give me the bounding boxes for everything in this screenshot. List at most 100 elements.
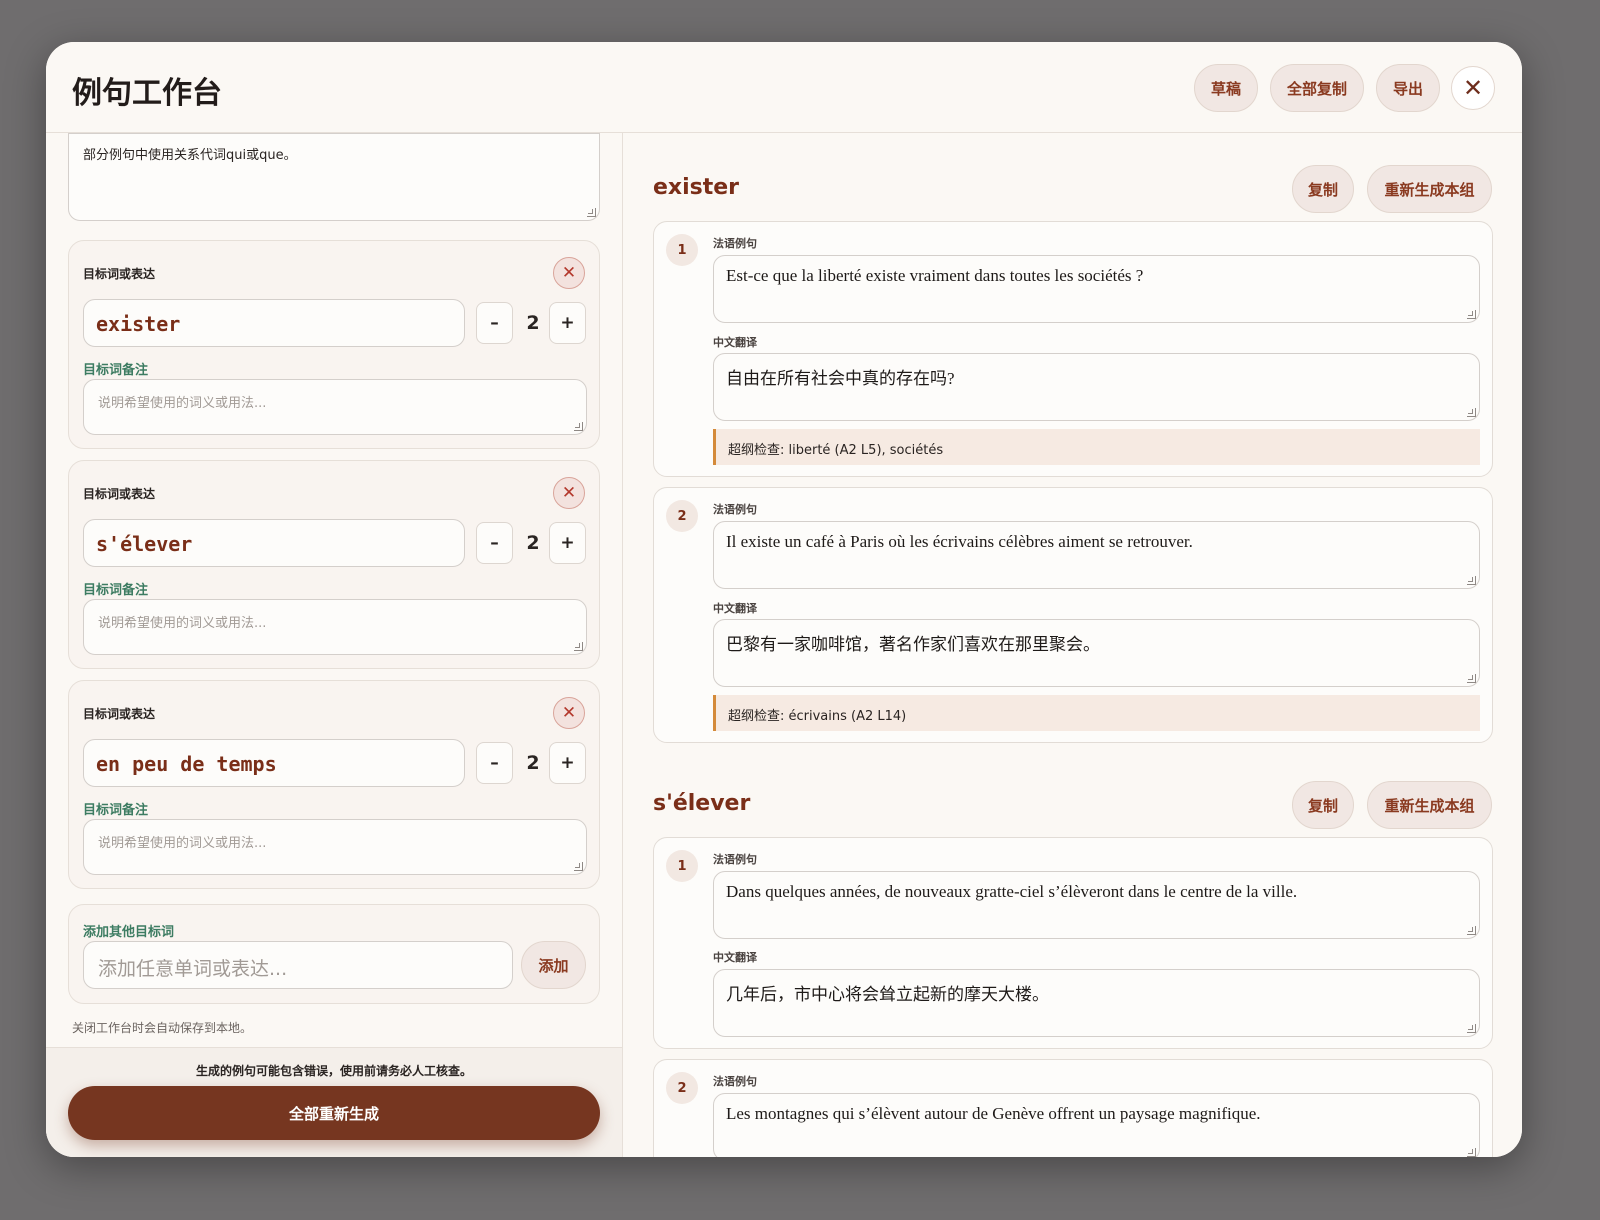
french-label: 法语例句 [713, 853, 757, 866]
sentence-card: 1 法语例句 Est-ce que la liberté existe vrai… [653, 221, 1493, 477]
french-sentence-text: Est-ce que la liberté existe vraiment da… [726, 266, 1144, 285]
resize-handle-icon[interactable] [1467, 1148, 1476, 1157]
target-note-textarea[interactable]: 说明希望使用的词义或用法... [83, 819, 587, 875]
increment-button[interactable]: + [549, 302, 586, 344]
group-title: exister [653, 175, 740, 200]
add-target-card: 添加其他目标词 添加任意单词或表达... 添加 [68, 904, 600, 1004]
french-label: 法语例句 [713, 1075, 757, 1088]
close-icon: ✕ [561, 263, 577, 283]
resize-handle-icon[interactable] [574, 862, 583, 871]
export-button[interactable]: 导出 [1376, 64, 1440, 112]
target-word-input[interactable]: en peu de temps [83, 739, 465, 787]
french-label: 法语例句 [713, 237, 757, 250]
sentence-count: 2 [526, 532, 540, 554]
resize-handle-icon[interactable] [574, 642, 583, 651]
copy-all-button[interactable]: 全部复制 [1270, 64, 1364, 112]
chinese-label: 中文翻译 [713, 951, 757, 964]
sentence-card: 2 法语例句 Il existe un café à Paris où les … [653, 487, 1493, 743]
autosave-note: 关闭工作台时会自动保存到本地。 [72, 1021, 253, 1035]
chinese-translation-text: 几年后，市中心将会耸立起新的摩天大楼。 [726, 985, 1049, 1004]
target-card: 目标词或表达 ✕ en peu de temps – 2 + 目标词备注 说明希… [68, 680, 600, 889]
sentence-count: 2 [526, 312, 540, 334]
chinese-translation-text: 自由在所有社会中真的存在吗? [726, 369, 955, 388]
remove-target-button[interactable]: ✕ [553, 477, 585, 509]
sentence-number: 2 [666, 500, 698, 532]
french-sentence-textarea[interactable]: Les montagnes qui s’élèvent autour de Ge… [713, 1093, 1480, 1157]
sentence-card: 2 法语例句 Les montagnes qui s’élèvent autou… [653, 1059, 1493, 1157]
resize-handle-icon[interactable] [1467, 674, 1476, 683]
ai-warning-text: 生成的例句可能包含错误，使用前请务必人工核查。 [195, 1064, 472, 1078]
resize-handle-icon[interactable] [587, 208, 596, 217]
resize-handle-icon[interactable] [1467, 1024, 1476, 1033]
close-icon: ✕ [1462, 74, 1484, 102]
resize-handle-icon[interactable] [1467, 576, 1476, 585]
target-note-placeholder: 说明希望使用的词义或用法... [98, 836, 267, 851]
target-note-placeholder: 说明希望使用的词义或用法... [98, 396, 267, 411]
french-sentence-text: Les montagnes qui s’élèvent autour de Ge… [726, 1104, 1261, 1123]
sentence-number: 2 [666, 1072, 698, 1104]
chinese-translation-textarea[interactable]: 自由在所有社会中真的存在吗? [713, 353, 1480, 421]
chinese-translation-textarea[interactable]: 几年后，市中心将会耸立起新的摩天大楼。 [713, 969, 1480, 1037]
target-card: 目标词或表达 ✕ s'élever – 2 + 目标词备注 说明希望使用的词义或… [68, 460, 600, 669]
workbench-modal: 例句工作台 草稿 全部复制 导出 ✕ 部分例句中使用关系代词qui或que。 目… [46, 42, 1522, 1157]
add-target-button[interactable]: 添加 [521, 941, 586, 989]
french-sentence-text: Dans quelques années, de nouveaux gratte… [726, 882, 1298, 901]
regenerate-group-button[interactable]: 重新生成本组 [1367, 781, 1492, 829]
chinese-label: 中文翻译 [713, 602, 757, 615]
group-title: s'élever [653, 791, 751, 816]
general-note-textarea[interactable]: 部分例句中使用关系代词qui或que。 [68, 133, 600, 221]
regenerate-all-button[interactable]: 全部重新生成 [68, 1086, 600, 1140]
target-note-label: 目标词备注 [83, 583, 149, 598]
draft-button[interactable]: 草稿 [1194, 64, 1258, 112]
target-note-textarea[interactable]: 说明希望使用的词义或用法... [83, 379, 587, 435]
resize-handle-icon[interactable] [1467, 408, 1476, 417]
target-label: 目标词或表达 [83, 487, 156, 501]
resize-handle-icon[interactable] [1467, 926, 1476, 935]
french-sentence-text: Il existe un café à Paris où les écrivai… [726, 532, 1193, 551]
remove-target-button[interactable]: ✕ [553, 257, 585, 289]
add-target-input[interactable]: 添加任意单词或表达... [83, 941, 513, 989]
increment-button[interactable]: + [549, 742, 586, 784]
right-panel: exister 复制 重新生成本组 1 法语例句 Est-ce que la l… [624, 133, 1522, 1157]
decrement-button[interactable]: – [476, 522, 513, 564]
add-target-label: 添加其他目标词 [83, 925, 175, 940]
increment-button[interactable]: + [549, 522, 586, 564]
chinese-translation-textarea[interactable]: 巴黎有一家咖啡馆，著名作家们喜欢在那里聚会。 [713, 619, 1480, 687]
target-note-label: 目标词备注 [83, 803, 149, 818]
close-button[interactable]: ✕ [1451, 66, 1495, 110]
french-sentence-textarea[interactable]: Dans quelques années, de nouveaux gratte… [713, 871, 1480, 939]
remove-target-button[interactable]: ✕ [553, 697, 585, 729]
decrement-button[interactable]: – [476, 302, 513, 344]
target-card: 目标词或表达 ✕ exister – 2 + 目标词备注 说明希望使用的词义或用… [68, 240, 600, 449]
sentence-number: 1 [666, 234, 698, 266]
left-footer: 生成的例句可能包含错误，使用前请务必人工核查。 全部重新生成 [46, 1047, 622, 1157]
level-check-note: 超纲检查: écrivains (A2 L14) [713, 695, 1480, 731]
copy-group-button[interactable]: 复制 [1292, 781, 1354, 829]
target-word-input[interactable]: exister [83, 299, 465, 347]
target-word-input[interactable]: s'élever [83, 519, 465, 567]
level-check-note: 超纲检查: liberté (A2 L5), sociétés [713, 429, 1480, 465]
chinese-translation-text: 巴黎有一家咖啡馆，著名作家们喜欢在那里聚会。 [726, 635, 1100, 654]
target-note-placeholder: 说明希望使用的词义或用法... [98, 616, 267, 631]
resize-handle-icon[interactable] [1467, 310, 1476, 319]
sentence-count: 2 [526, 752, 540, 774]
close-icon: ✕ [561, 483, 577, 503]
sentence-number: 1 [666, 850, 698, 882]
french-label: 法语例句 [713, 503, 757, 516]
sentence-card: 1 法语例句 Dans quelques années, de nouveaux… [653, 837, 1493, 1049]
left-panel: 部分例句中使用关系代词qui或que。 目标词或表达 ✕ exister – 2… [46, 133, 623, 1157]
french-sentence-textarea[interactable]: Est-ce que la liberté existe vraiment da… [713, 255, 1480, 323]
resize-handle-icon[interactable] [574, 422, 583, 431]
close-icon: ✕ [561, 703, 577, 723]
general-note-text: 部分例句中使用关系代词qui或que。 [83, 148, 297, 163]
target-note-textarea[interactable]: 说明希望使用的词义或用法... [83, 599, 587, 655]
decrement-button[interactable]: – [476, 742, 513, 784]
regenerate-group-button[interactable]: 重新生成本组 [1367, 165, 1492, 213]
target-note-label: 目标词备注 [83, 363, 149, 378]
page-title: 例句工作台 [72, 76, 222, 111]
copy-group-button[interactable]: 复制 [1292, 165, 1354, 213]
target-label: 目标词或表达 [83, 267, 156, 281]
modal-header: 例句工作台 草稿 全部复制 导出 ✕ [46, 42, 1522, 133]
chinese-label: 中文翻译 [713, 336, 757, 349]
french-sentence-textarea[interactable]: Il existe un café à Paris où les écrivai… [713, 521, 1480, 589]
